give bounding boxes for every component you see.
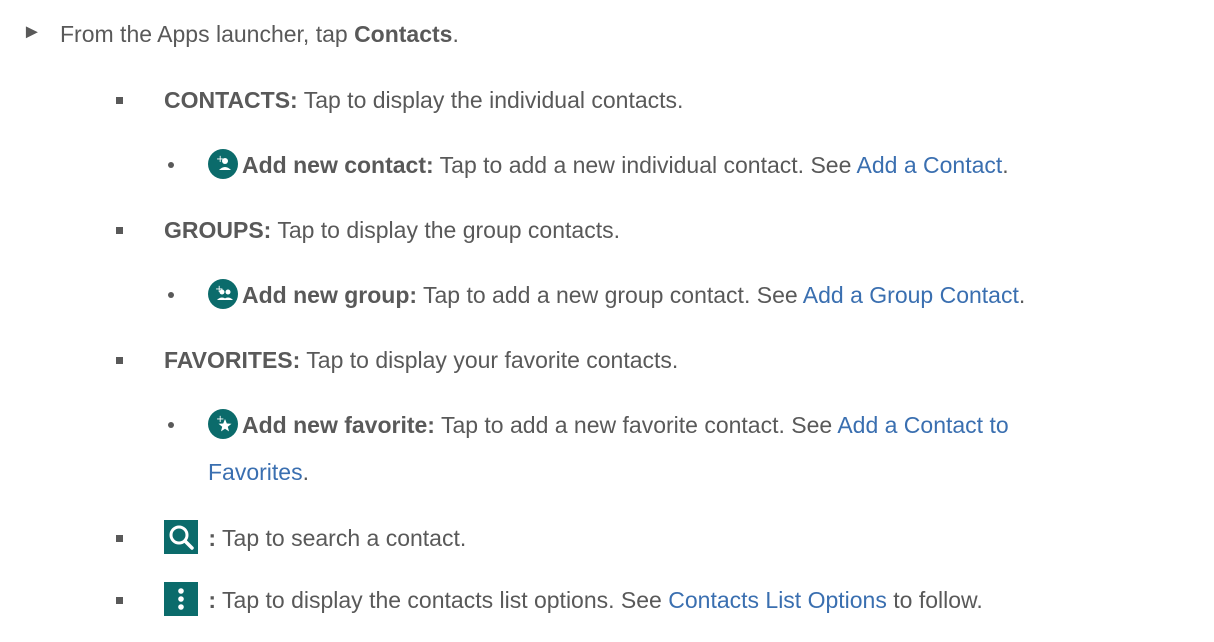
add-favorite-icon: + (208, 408, 238, 439)
menu-text: Tap to display the contacts list options… (216, 587, 669, 614)
list-item-add-group: + Add new group: Tap to add a new group … (208, 278, 1026, 312)
contacts-list-options-link[interactable]: Contacts List Options (668, 587, 887, 613)
list-item-more-options: : Tap to display the contacts list optio… (164, 582, 983, 619)
dot-bullet-icon (168, 422, 174, 428)
subitem-term: Add new favorite: (242, 412, 435, 438)
subitem-suffix: . (1002, 152, 1009, 178)
add-contact-to-favorites-link[interactable]: Add a Contact to (837, 412, 1008, 438)
item-term: FAVORITES: (164, 347, 301, 373)
arrow-bullet-icon: ► (22, 21, 42, 43)
subitem-suffix: . (302, 459, 309, 485)
square-bullet-icon (116, 357, 123, 364)
svg-text:+: + (216, 414, 224, 425)
add-group-icon: + (208, 278, 238, 309)
square-bullet-icon (116, 97, 123, 104)
search-text: Tap to search a contact. (216, 525, 467, 552)
subitem-suffix: . (1018, 282, 1026, 308)
list-item-search: : Tap to search a contact. (164, 520, 467, 557)
intro-suffix: . (452, 21, 459, 47)
search-sep: : (202, 525, 217, 552)
dot-bullet-icon (168, 292, 174, 298)
square-bullet-icon (116, 227, 123, 234)
menu-sep: : (202, 587, 217, 614)
list-item-favorites: FAVORITES: Tap to display your favorite … (164, 346, 678, 374)
document-page: ► From the Apps launcher, tap Contacts. … (0, 0, 1214, 642)
dot-bullet-icon (168, 162, 174, 168)
list-item-add-favorite-cont: Favorites. (208, 458, 309, 486)
subitem-term: Add new group: (242, 282, 418, 308)
item-text: Tap to display the group contacts. (271, 217, 620, 243)
menu-suffix: to follow. (886, 587, 983, 614)
square-bullet-icon (116, 597, 123, 604)
subitem-text: Tap to add a new individual contact. See (433, 152, 857, 178)
intro-prefix: From the Apps launcher, tap (60, 21, 355, 47)
more-vert-icon (164, 582, 198, 616)
add-contact-link[interactable]: Add a Contact (857, 152, 1003, 178)
item-text: Tap to display the individual contacts. (297, 87, 684, 113)
search-icon (164, 520, 198, 554)
subitem-term: Add new contact: (242, 152, 434, 178)
subitem-text: Tap to add a new favorite contact. See (434, 412, 838, 438)
intro-bold: Contacts (354, 21, 453, 47)
item-text: Tap to display your favorite contacts. (300, 347, 679, 373)
subitem-text: Tap to add a new group contact. See (417, 282, 803, 308)
list-item-add-favorite: + Add new favorite: Tap to add a new fav… (208, 408, 1009, 442)
item-term: GROUPS: (164, 217, 272, 243)
favorites-link[interactable]: Favorites (208, 459, 303, 485)
add-group-contact-link[interactable]: Add a Group Contact (803, 282, 1019, 308)
list-item-add-contact: + Add new contact: Tap to add a new indi… (208, 148, 1009, 182)
intro-line: From the Apps launcher, tap Contacts. (60, 20, 459, 48)
list-item-contacts: CONTACTS: Tap to display the individual … (164, 86, 683, 114)
square-bullet-icon (116, 535, 123, 542)
item-term: CONTACTS: (164, 87, 298, 113)
list-item-groups: GROUPS: Tap to display the group contact… (164, 216, 620, 244)
add-contact-icon: + (208, 148, 238, 179)
